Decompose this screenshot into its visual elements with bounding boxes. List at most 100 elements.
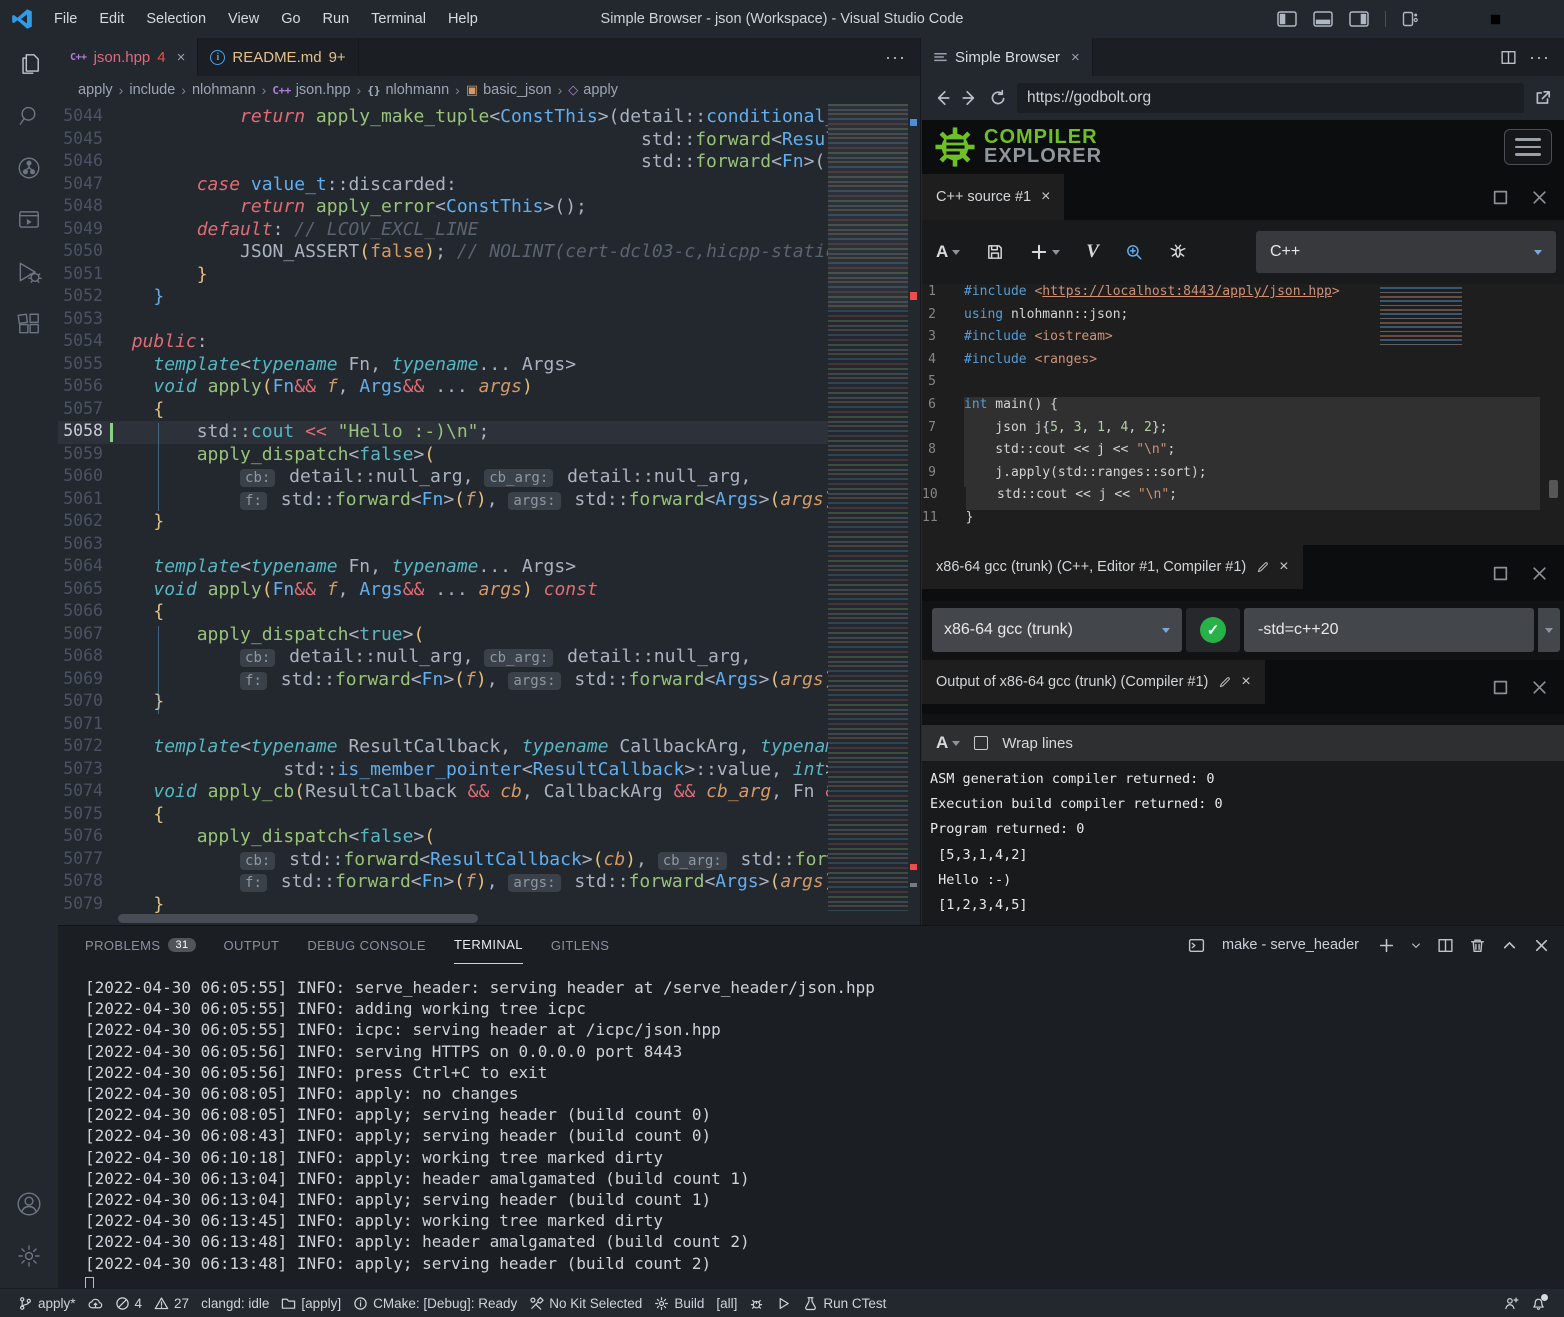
kill-terminal-icon[interactable]	[1469, 937, 1486, 954]
customize-layout-icon[interactable]	[1401, 11, 1419, 27]
status-item-run-ctest[interactable]: Run CTest	[797, 1289, 892, 1317]
status-item-cmake-debug-ready[interactable]: CMake: [Debug]: Ready	[347, 1289, 523, 1317]
minimize-button[interactable]	[1426, 0, 1472, 38]
horizontal-scrollbar[interactable]	[118, 914, 478, 923]
terminal-dropdown-icon[interactable]	[1410, 937, 1422, 954]
breadcrumb-item-apply[interactable]: apply	[78, 82, 113, 98]
menu-file[interactable]: File	[44, 8, 87, 30]
run-window-icon[interactable]	[0, 194, 58, 246]
split-editor-icon[interactable]	[1500, 49, 1517, 66]
status-item-4[interactable]: 4	[109, 1289, 149, 1317]
status-item-play[interactable]	[770, 1289, 797, 1317]
vim-mode-icon[interactable]: V	[1086, 241, 1099, 263]
account-icon[interactable]	[0, 1178, 58, 1230]
breadcrumb-item-json.hpp[interactable]: C++json.hpp	[272, 82, 350, 98]
status-item-apply[interactable]: [apply]	[275, 1289, 347, 1317]
more-actions-icon[interactable]: ···	[1529, 47, 1550, 68]
panel-tab-problems[interactable]: PROBLEMS31	[85, 926, 196, 964]
status-item-feedback[interactable]	[1498, 1289, 1525, 1317]
status-item-build[interactable]: Build	[648, 1289, 710, 1317]
breadcrumb-item-apply[interactable]: ◇apply	[568, 82, 618, 98]
code-editor[interactable]: 5044 return apply_make_tuple<ConstThis>(…	[58, 104, 920, 925]
close-panel-icon[interactable]	[1533, 937, 1550, 954]
source-control-icon[interactable]	[0, 142, 58, 194]
language-select[interactable]: C++	[1256, 231, 1556, 273]
tab-json-hpp[interactable]: C++ json.hpp 4 ×	[58, 38, 198, 76]
terminal-output[interactable]: [2022-04-30 06:05:55] INFO: serve_header…	[58, 964, 1564, 1299]
panel-tab-terminal[interactable]: TERMINAL	[454, 926, 523, 964]
status-item-bell-dot[interactable]	[1525, 1289, 1552, 1317]
status-item-apply[interactable]: apply*	[12, 1289, 82, 1317]
menu-terminal[interactable]: Terminal	[361, 8, 436, 30]
close-icon[interactable]: ×	[1279, 558, 1288, 576]
add-pane-button[interactable]	[1030, 243, 1060, 261]
menu-selection[interactable]: Selection	[136, 8, 216, 30]
breadcrumb-item-nlohmann[interactable]: {}nlohmann	[367, 82, 449, 98]
editor-actions-more-icon[interactable]: ···	[885, 47, 906, 68]
status-item-clangd-idle[interactable]: clangd: idle	[195, 1289, 275, 1317]
status-item-bug[interactable]	[743, 1289, 770, 1317]
wrap-lines-checkbox[interactable]	[974, 736, 988, 750]
font-size-button[interactable]: A	[936, 733, 960, 753]
menu-view[interactable]: View	[218, 8, 269, 30]
search-icon[interactable]	[0, 90, 58, 142]
forward-icon[interactable]	[961, 89, 979, 107]
close-icon[interactable]: ×	[1241, 673, 1250, 691]
close-tab-icon[interactable]: ×	[177, 49, 186, 66]
back-icon[interactable]	[933, 89, 951, 107]
settings-gear-icon[interactable]	[0, 1230, 58, 1282]
status-item-no-kit-selected[interactable]: No Kit Selected	[523, 1289, 648, 1317]
ce-source-tab[interactable]: C++ source #1 ×	[922, 174, 1064, 220]
menu-go[interactable]: Go	[271, 8, 310, 30]
close-tab-icon[interactable]: ×	[1071, 49, 1080, 66]
reload-icon[interactable]	[989, 89, 1007, 107]
explorer-icon[interactable]	[0, 38, 58, 90]
zoom-icon[interactable]	[1125, 243, 1143, 261]
tab-simple-browser[interactable]: Simple Browser ×	[921, 38, 1093, 76]
menu-run[interactable]: Run	[313, 8, 360, 30]
compiler-options-input[interactable]: -std=c++20	[1244, 608, 1534, 652]
options-dropdown-icon[interactable]	[1538, 608, 1560, 652]
menu-help[interactable]: Help	[438, 8, 488, 30]
toggle-secondary-sidebar-icon[interactable]	[1348, 11, 1370, 27]
ce-compiler-tab[interactable]: x86-64 gcc (trunk) (C++, Editor #1, Comp…	[922, 545, 1303, 589]
menu-edit[interactable]: Edit	[89, 8, 134, 30]
breadcrumb-item-basic_json[interactable]: ▣basic_json	[466, 82, 552, 98]
ce-menu-button[interactable]	[1504, 129, 1552, 165]
minimap-slider[interactable]	[828, 104, 908, 309]
panel-tab-output[interactable]: OUTPUT	[224, 926, 280, 964]
maximize-pane-icon[interactable]	[1492, 679, 1509, 696]
close-pane-icon[interactable]	[1531, 565, 1548, 582]
close-pane-icon[interactable]	[1531, 679, 1548, 696]
close-window-button[interactable]	[1518, 0, 1564, 38]
tab-readme-md[interactable]: i README.md 9+	[198, 38, 358, 76]
terminal-instance-label[interactable]: make - serve_header	[1222, 937, 1359, 953]
url-input[interactable]: https://godbolt.org	[1017, 83, 1524, 113]
compiler-select[interactable]: x86-64 gcc (trunk)	[932, 608, 1182, 652]
maximize-pane-icon[interactable]	[1492, 189, 1509, 206]
save-icon[interactable]	[986, 243, 1004, 261]
extensions-icon[interactable]	[0, 298, 58, 350]
toggle-sidebar-icon[interactable]	[1276, 11, 1298, 27]
debug-icon[interactable]	[0, 246, 58, 298]
panel-tab-gitlens[interactable]: GITLENS	[551, 926, 609, 964]
ce-source-editor[interactable]: 1#include <https://localhost:8443/apply/…	[922, 284, 1564, 546]
status-item-27[interactable]: 27	[148, 1289, 195, 1317]
new-terminal-icon[interactable]	[1378, 937, 1395, 954]
status-item-all[interactable]: [all]	[710, 1289, 743, 1317]
maximize-pane-icon[interactable]	[1492, 565, 1509, 582]
rename-icon[interactable]	[1256, 561, 1269, 574]
open-external-icon[interactable]	[1534, 89, 1552, 107]
breadcrumb-item-include[interactable]: include	[129, 82, 175, 98]
split-terminal-icon[interactable]	[1437, 937, 1454, 954]
panel-tab-debug-console[interactable]: DEBUG CONSOLE	[307, 926, 426, 964]
font-size-button[interactable]: A	[936, 242, 960, 262]
ce-output-tab[interactable]: Output of x86-64 gcc (trunk) (Compiler #…	[922, 660, 1265, 704]
ce-scrollbar-thumb[interactable]	[1549, 480, 1558, 498]
maximize-button[interactable]	[1472, 0, 1518, 38]
status-item-cloud-upload[interactable]	[82, 1289, 109, 1317]
minimap[interactable]	[828, 104, 908, 911]
maximize-panel-icon[interactable]	[1501, 937, 1518, 954]
rename-icon[interactable]	[1218, 676, 1231, 689]
close-icon[interactable]: ×	[1041, 188, 1050, 206]
